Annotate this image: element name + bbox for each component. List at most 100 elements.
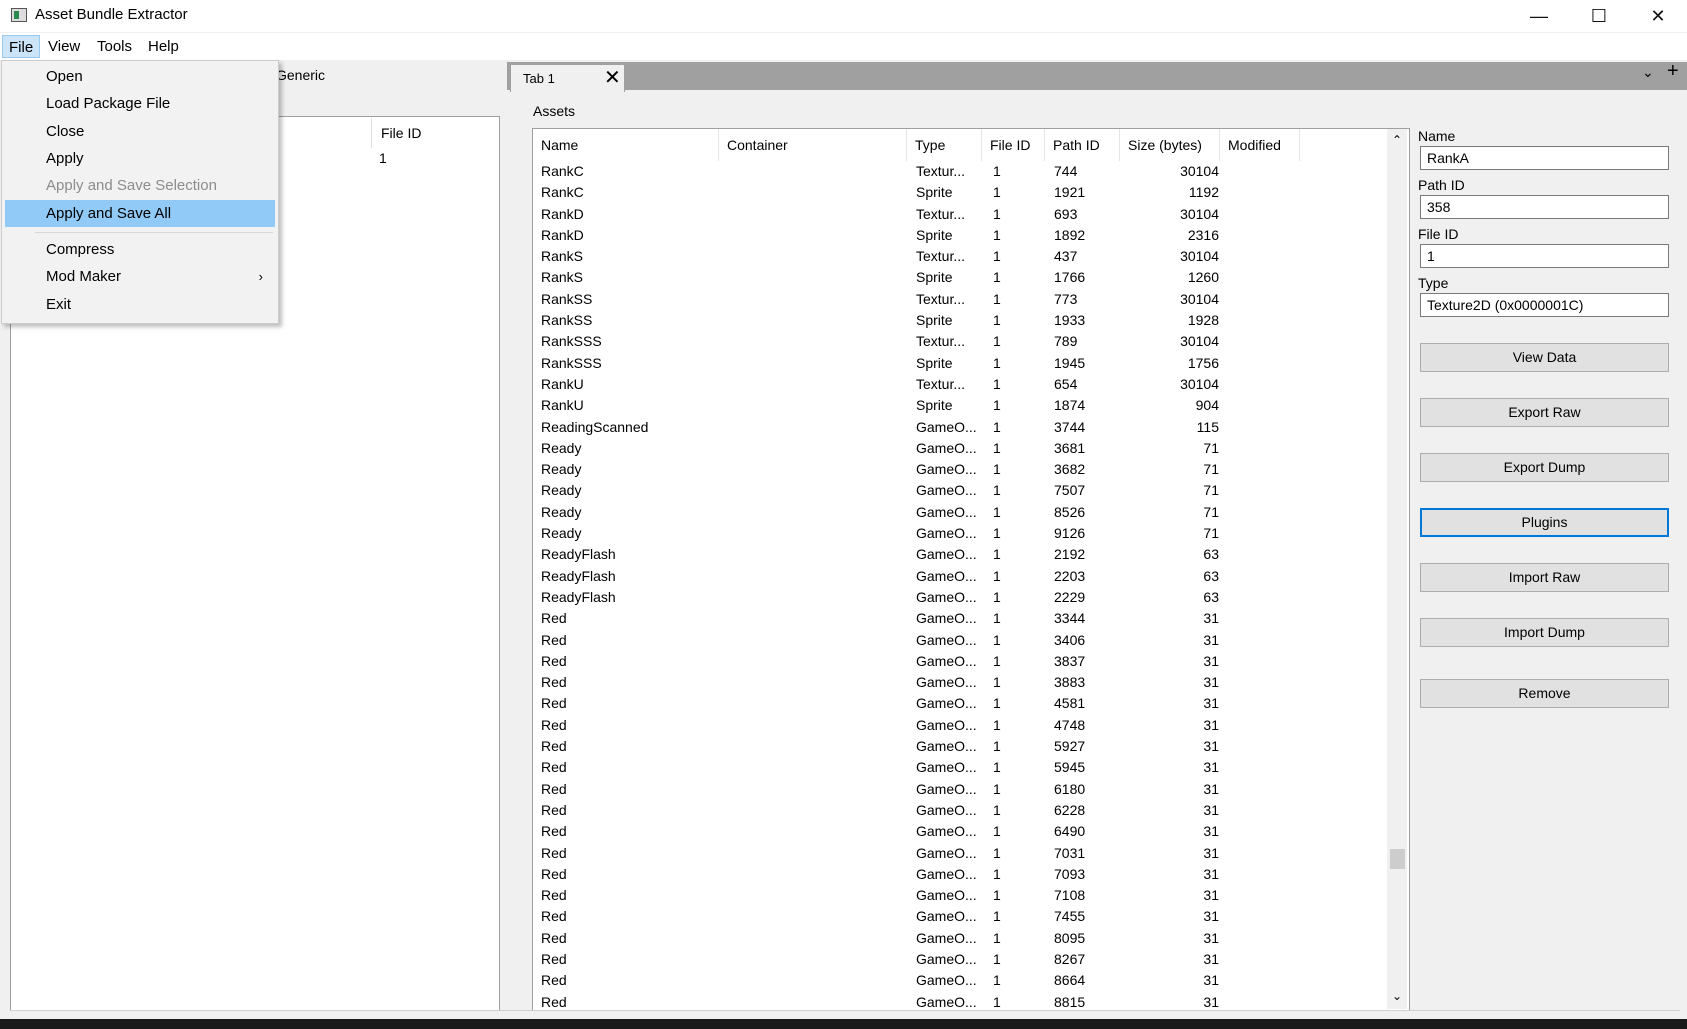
column-header-path-id[interactable]: Path ID — [1045, 129, 1120, 161]
assets-vertical-scrollbar[interactable]: ⌃ ⌄ — [1387, 129, 1407, 1009]
table-row[interactable]: ReadyFlash GameO... 1 2229 63 — [533, 587, 1389, 608]
table-row[interactable]: RankSSS Sprite 1 1945 1756 — [533, 353, 1389, 374]
table-row[interactable]: Red GameO... 1 7031 31 — [533, 843, 1389, 864]
menu-item-exit[interactable]: Exit — [5, 291, 275, 318]
column-header-modified[interactable]: Modified — [1220, 129, 1300, 161]
table-row[interactable]: RankD Textur... 1 693 30104 — [533, 204, 1389, 225]
table-row[interactable]: Red GameO... 1 8664 31 — [533, 970, 1389, 991]
file-list-column-file-id[interactable]: File ID — [381, 125, 421, 141]
assets-table-body: RankC Textur... 1 744 30104 RankC Sprite 1 1921 1… — [533, 161, 1389, 1010]
import-raw-button[interactable]: Import Raw — [1420, 563, 1669, 592]
table-row[interactable]: RankC Sprite 1 1921 1192 — [533, 182, 1389, 203]
menu-tools[interactable]: Tools — [91, 35, 138, 58]
table-row[interactable]: Ready GameO... 1 8526 71 — [533, 502, 1389, 523]
menu-item-load-package-file[interactable]: Load Package File — [5, 90, 275, 117]
table-row[interactable]: Red GameO... 1 3883 31 — [533, 672, 1389, 693]
table-row[interactable]: Red GameO... 1 3837 31 — [533, 651, 1389, 672]
table-row[interactable]: Red GameO... 1 6228 31 — [533, 800, 1389, 821]
plugins-button[interactable]: Plugins — [1420, 508, 1669, 537]
table-row[interactable]: Red GameO... 1 8095 31 — [533, 928, 1389, 949]
table-row[interactable]: ReadyFlash GameO... 1 2192 63 — [533, 544, 1389, 565]
scroll-thumb[interactable] — [1390, 849, 1405, 869]
export-raw-button[interactable]: Export Raw — [1420, 398, 1669, 427]
table-row[interactable]: ReadyFlash GameO... 1 2203 63 — [533, 566, 1389, 587]
column-header-container[interactable]: Container — [719, 129, 907, 161]
table-row[interactable]: RankD Sprite 1 1892 2316 — [533, 225, 1389, 246]
view-data-button[interactable]: View Data — [1420, 343, 1669, 372]
table-row[interactable]: RankSSS Textur... 1 789 30104 — [533, 331, 1389, 352]
close-window-button[interactable]: ✕ — [1629, 0, 1687, 32]
menu-item-mod-maker[interactable]: Mod Maker › — [5, 263, 275, 290]
column-header-name[interactable]: Name — [533, 129, 719, 161]
table-row[interactable]: Ready GameO... 1 9126 71 — [533, 523, 1389, 544]
tab-list-chevron-icon[interactable]: ⌄ — [1642, 64, 1654, 81]
file-list-row-file-id[interactable]: 1 — [379, 150, 387, 166]
asset-path-id: 7031 — [1054, 844, 1086, 861]
path-id-field[interactable]: 358 — [1420, 195, 1669, 219]
asset-path-id: 1933 — [1054, 312, 1086, 329]
menu-file[interactable]: File — [2, 35, 41, 58]
menu-item-open[interactable]: Open — [5, 63, 275, 90]
table-row[interactable]: Ready GameO... 1 3682 71 — [533, 459, 1389, 480]
asset-path-id: 7093 — [1054, 865, 1086, 882]
menu-item-close[interactable]: Close — [5, 118, 275, 145]
asset-size: 31 — [1203, 759, 1219, 776]
assets-table[interactable]: Name Container Type File ID Path ID Size… — [532, 128, 1410, 1011]
menu-item-compress[interactable]: Compress — [5, 236, 275, 263]
asset-file-id: 1 — [993, 738, 1001, 755]
scroll-down-icon[interactable]: ⌄ — [1392, 989, 1402, 1003]
table-row[interactable]: Red GameO... 1 7108 31 — [533, 885, 1389, 906]
asset-file-id: 1 — [993, 887, 1001, 904]
table-row[interactable]: RankU Textur... 1 654 30104 — [533, 374, 1389, 395]
type-field[interactable]: Texture2D (0x0000001C) — [1420, 293, 1669, 317]
menu-item-mod-maker-label: Mod Maker — [46, 268, 122, 285]
table-row[interactable]: RankS Textur... 1 437 30104 — [533, 246, 1389, 267]
asset-path-id: 2192 — [1054, 546, 1086, 563]
status-strip — [10, 1010, 1680, 1019]
table-row[interactable]: RankS Sprite 1 1766 1260 — [533, 267, 1389, 288]
scroll-up-icon[interactable]: ⌃ — [1392, 133, 1402, 147]
table-row[interactable]: Red GameO... 1 8815 31 — [533, 992, 1389, 1010]
column-header-size[interactable]: Size (bytes) — [1120, 129, 1220, 161]
column-header-type[interactable]: Type — [907, 129, 982, 161]
tab-close-icon[interactable]: ✕ — [604, 66, 621, 90]
menu-help[interactable]: Help — [142, 35, 185, 58]
table-row[interactable]: Red GameO... 1 5927 31 — [533, 736, 1389, 757]
tab-1[interactable]: Tab 1 ✕ — [510, 64, 625, 92]
asset-file-id: 1 — [993, 354, 1001, 371]
table-row[interactable]: RankC Textur... 1 744 30104 — [533, 161, 1389, 182]
table-row[interactable]: Red GameO... 1 7455 31 — [533, 906, 1389, 927]
table-row[interactable]: Red GameO... 1 8267 31 — [533, 949, 1389, 970]
table-row[interactable]: RankU Sprite 1 1874 904 — [533, 395, 1389, 416]
table-row[interactable]: RankSS Sprite 1 1933 1928 — [533, 310, 1389, 331]
table-row[interactable]: Ready GameO... 1 7507 71 — [533, 480, 1389, 501]
column-header-file-id[interactable]: File ID — [982, 129, 1045, 161]
table-row[interactable]: Red GameO... 1 6490 31 — [533, 821, 1389, 842]
name-field[interactable]: RankA — [1420, 146, 1669, 170]
asset-file-id: 1 — [993, 631, 1001, 648]
table-row[interactable]: Red GameO... 1 6180 31 — [533, 779, 1389, 800]
export-dump-button[interactable]: Export Dump — [1420, 453, 1669, 482]
table-row[interactable]: Red GameO... 1 3406 31 — [533, 630, 1389, 651]
table-row[interactable]: ReadingScanned GameO... 1 3744 115 — [533, 417, 1389, 438]
table-row[interactable]: Red GameO... 1 4581 31 — [533, 693, 1389, 714]
asset-type: GameO... — [916, 525, 977, 542]
asset-size: 30104 — [1180, 375, 1219, 392]
add-tab-icon[interactable]: + — [1667, 60, 1679, 83]
maximize-button[interactable]: ☐ — [1570, 0, 1628, 32]
menu-item-apply-and-save-all[interactable]: Apply and Save All — [5, 200, 275, 227]
import-dump-button[interactable]: Import Dump — [1420, 618, 1669, 647]
menu-item-apply[interactable]: Apply — [5, 145, 275, 172]
table-row[interactable]: Red GameO... 1 4748 31 — [533, 715, 1389, 736]
table-row[interactable]: Red GameO... 1 5945 31 — [533, 757, 1389, 778]
remove-button[interactable]: Remove — [1420, 679, 1669, 708]
menu-view[interactable]: View — [42, 35, 86, 58]
table-row[interactable]: Red GameO... 1 3344 31 — [533, 608, 1389, 629]
asset-name: Ready — [541, 461, 582, 478]
minimize-button[interactable]: — — [1510, 0, 1568, 32]
table-row[interactable]: Ready GameO... 1 3681 71 — [533, 438, 1389, 459]
asset-path-id: 3406 — [1054, 631, 1086, 648]
table-row[interactable]: Red GameO... 1 7093 31 — [533, 864, 1389, 885]
table-row[interactable]: RankSS Textur... 1 773 30104 — [533, 289, 1389, 310]
file-id-field[interactable]: 1 — [1420, 244, 1669, 268]
